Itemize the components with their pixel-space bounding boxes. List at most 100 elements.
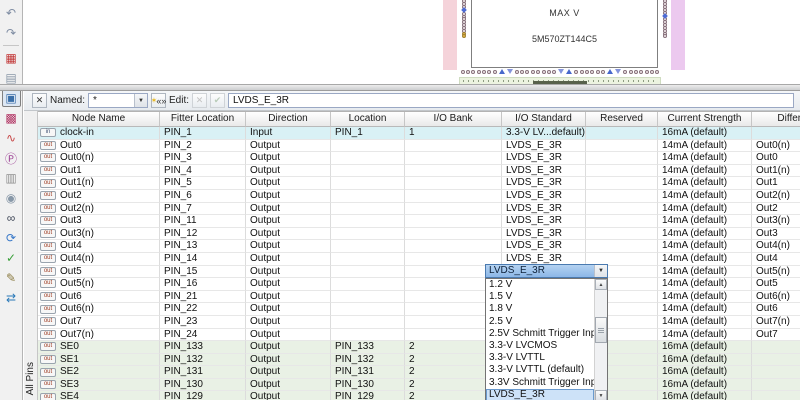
cell[interactable]: 14mA (default) <box>658 215 752 228</box>
pin[interactable] <box>482 70 486 74</box>
edit-value-input[interactable]: LVDS_E_3R <box>228 93 794 108</box>
dropdown-item[interactable]: 2.5V Schmitt Trigger Input <box>486 328 594 340</box>
cell[interactable]: 3.3-V LV...default) <box>502 127 586 140</box>
cell[interactable] <box>405 190 502 203</box>
rotate-view-icon[interactable]: ⟳ <box>2 229 21 247</box>
pin[interactable] <box>615 69 621 74</box>
pin[interactable] <box>477 70 481 74</box>
named-filter-combo[interactable]: * ▼ <box>88 93 148 108</box>
table-row[interactable]: outSE2PIN_131OutputPIN_131216mA (default… <box>38 366 800 379</box>
cell[interactable] <box>331 278 405 291</box>
pin[interactable] <box>585 70 589 74</box>
dropdown-item[interactable]: LVDS_E_3R <box>486 389 594 400</box>
cell[interactable]: Out2(n) <box>752 190 800 203</box>
scroll-up-icon[interactable]: ▲ <box>595 279 607 290</box>
cell[interactable]: Out2 <box>752 203 800 216</box>
pin[interactable] <box>596 70 600 74</box>
table-row[interactable]: outOut6(n)PIN_22OutputLVDS_E_3R14mA (def… <box>38 303 800 316</box>
cell[interactable]: Output <box>246 240 331 253</box>
column-header[interactable]: Reserved <box>586 112 658 127</box>
cell[interactable]: Output <box>246 354 331 367</box>
dropdown-item[interactable]: 1.2 V <box>486 279 594 291</box>
cell[interactable] <box>331 152 405 165</box>
dropdown-scrollbar[interactable]: ▲ ▼ <box>594 279 607 400</box>
cell[interactable]: Out1 <box>752 177 800 190</box>
cell[interactable]: PIN_24 <box>160 329 246 342</box>
cell[interactable]: PIN_133 <box>331 341 405 354</box>
cell[interactable] <box>331 291 405 304</box>
pin[interactable] <box>580 70 584 74</box>
column-header[interactable]: Fitter Location <box>160 112 246 127</box>
cell[interactable]: Out6 <box>752 303 800 316</box>
cell[interactable]: PIN_132 <box>160 354 246 367</box>
package-view-icon[interactable]: ▣ <box>2 89 21 107</box>
cell[interactable] <box>405 140 502 153</box>
cell[interactable] <box>586 228 658 241</box>
cell[interactable]: 14mA (default) <box>658 203 752 216</box>
cell[interactable]: 14mA (default) <box>658 253 752 266</box>
table-row[interactable]: inclock-inPIN_1InputPIN_113.3-V LV...def… <box>38 127 800 140</box>
cell[interactable]: 14mA (default) <box>658 329 752 342</box>
cell[interactable]: Output <box>246 165 331 178</box>
cell[interactable] <box>331 240 405 253</box>
package-view-pane[interactable]: MAX V 5M570ZT144C5 <box>24 0 800 84</box>
table-row[interactable]: outOut2(n)PIN_7OutputLVDS_E_3R14mA (defa… <box>38 203 800 216</box>
cell[interactable]: PIN_130 <box>160 379 246 392</box>
cell[interactable]: Output <box>246 278 331 291</box>
cell[interactable]: PIN_131 <box>331 366 405 379</box>
cell[interactable]: Output <box>246 190 331 203</box>
cell[interactable]: LVDS_E_3R <box>502 177 586 190</box>
pad-view-icon[interactable]: Ⓟ <box>2 149 21 167</box>
cell[interactable] <box>331 316 405 329</box>
table-row[interactable]: outOut4PIN_13OutputLVDS_E_3R14mA (defaul… <box>38 240 800 253</box>
table-row[interactable]: outOut7PIN_23OutputLVDS_E_3R14mA (defaul… <box>38 316 800 329</box>
cell[interactable] <box>752 354 800 367</box>
cell[interactable]: Output <box>246 215 331 228</box>
cell[interactable]: 14mA (default) <box>658 177 752 190</box>
dropdown-item[interactable]: 1.5 V <box>486 291 594 303</box>
cell[interactable] <box>331 190 405 203</box>
cell[interactable] <box>586 240 658 253</box>
cell[interactable]: PIN_4 <box>160 165 246 178</box>
cell[interactable]: 14mA (default) <box>658 240 752 253</box>
column-header[interactable]: Current Strength <box>658 112 752 127</box>
cell[interactable] <box>331 266 405 279</box>
cell[interactable]: PIN_3 <box>160 152 246 165</box>
cell[interactable]: 14mA (default) <box>658 152 752 165</box>
cell[interactable]: PIN_130 <box>331 379 405 392</box>
pin[interactable] <box>634 70 638 74</box>
cell[interactable]: PIN_12 <box>160 228 246 241</box>
cell[interactable] <box>331 228 405 241</box>
dropdown-item[interactable]: 3.3-V LVTTL (default) <box>486 364 594 376</box>
table-row[interactable]: outOut0(n)PIN_3OutputLVDS_E_3R14mA (defa… <box>38 152 800 165</box>
cell[interactable]: PIN_15 <box>160 266 246 279</box>
pin[interactable] <box>574 70 578 74</box>
table-row[interactable]: outOut4(n)PIN_14OutputLVDS_E_3R14mA (def… <box>38 253 800 266</box>
cell[interactable] <box>586 190 658 203</box>
cell[interactable]: LVDS_E_3R <box>502 228 586 241</box>
pin[interactable] <box>639 70 643 74</box>
cell[interactable]: Output <box>246 253 331 266</box>
cell[interactable] <box>331 215 405 228</box>
pin[interactable] <box>487 70 491 74</box>
cell[interactable]: Output <box>246 366 331 379</box>
pin[interactable] <box>590 70 594 74</box>
cell[interactable] <box>405 240 502 253</box>
cell[interactable] <box>586 215 658 228</box>
cell[interactable]: Out5(n) <box>752 266 800 279</box>
cell[interactable]: LVDS_E_3R <box>502 152 586 165</box>
cell[interactable] <box>586 152 658 165</box>
pin[interactable] <box>461 70 465 74</box>
cell[interactable] <box>405 152 502 165</box>
cell[interactable]: Output <box>246 303 331 316</box>
cell[interactable] <box>331 329 405 342</box>
cell[interactable]: 16mA (default) <box>658 354 752 367</box>
pin[interactable] <box>493 70 497 74</box>
cell[interactable] <box>331 140 405 153</box>
pin[interactable] <box>655 70 659 74</box>
pin[interactable] <box>515 70 519 74</box>
edit-apply-button[interactable]: ✔ <box>210 93 225 108</box>
pin[interactable] <box>520 70 524 74</box>
pin-legend-icon[interactable]: ▩ <box>2 109 21 127</box>
cell[interactable]: Output <box>246 391 331 400</box>
